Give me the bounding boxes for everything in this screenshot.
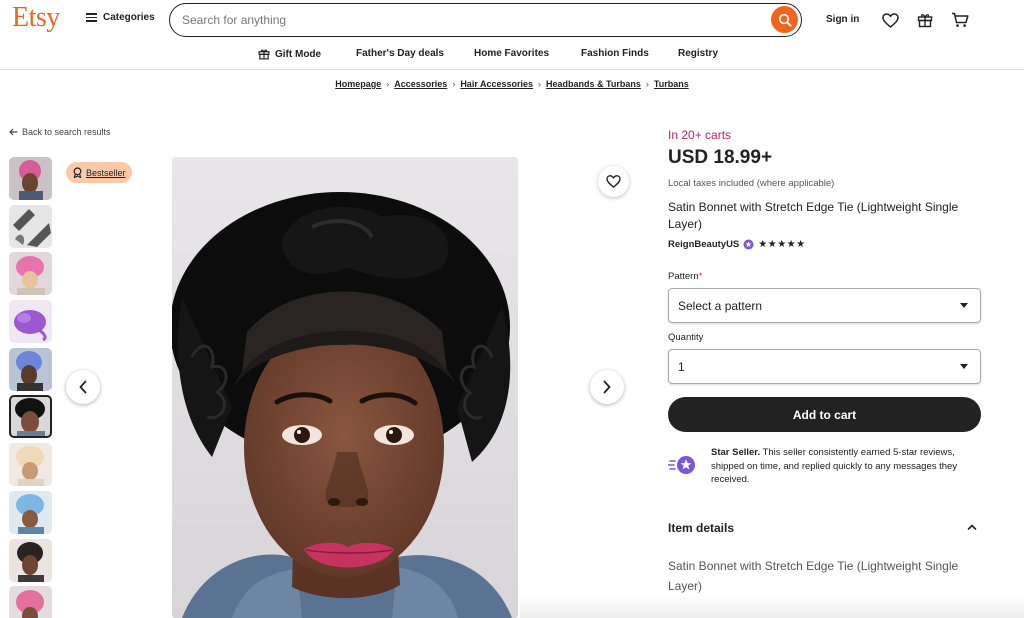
bestseller-label: Bestseller [86, 167, 126, 178]
thumbnail[interactable] [9, 204, 52, 248]
next-image-button[interactable] [590, 370, 624, 404]
chevron-right-icon: › [538, 79, 542, 89]
thumbnail-strip [9, 157, 53, 618]
sign-in-link[interactable]: Sign in [826, 14, 859, 25]
thumbnail[interactable] [9, 443, 52, 487]
nav-label: Gift Mode [275, 48, 322, 60]
favorites-button[interactable] [880, 10, 900, 30]
star-seller-badge-icon [743, 239, 754, 250]
award-icon [73, 167, 82, 178]
cart-button[interactable] [950, 10, 970, 30]
thumbnail[interactable] [9, 490, 52, 534]
nav-label: Father's Day deals [356, 48, 444, 59]
quantity-select-value: 1 [678, 359, 685, 374]
thumbnail[interactable] [9, 300, 52, 344]
star-seller-icon [668, 456, 695, 474]
caret-down-icon [960, 364, 968, 369]
categories-menu[interactable]: Categories [86, 12, 155, 23]
heart-icon [606, 175, 621, 188]
back-to-results-link[interactable]: Back to search results [9, 127, 111, 137]
thumbnail[interactable] [9, 252, 52, 296]
previous-image-button[interactable] [66, 370, 100, 404]
breadcrumb-accessories[interactable]: Accessories [394, 79, 447, 89]
breadcrumb-headbands-turbans[interactable]: Headbands & Turbans [546, 79, 641, 89]
required-mark: * [698, 271, 703, 282]
thumbnail[interactable] [9, 538, 52, 582]
menu-icon [86, 13, 97, 22]
etsy-logo[interactable]: Etsy [12, 2, 60, 34]
chevron-up-icon [967, 524, 977, 530]
search-icon [778, 13, 792, 27]
nav-item-gift-mode[interactable]: Gift Mode [258, 48, 321, 60]
breadcrumb-hair-accessories[interactable]: Hair Accessories [460, 79, 533, 89]
chevron-left-icon [79, 380, 87, 394]
nav-item-registry[interactable]: Registry [678, 48, 718, 59]
search-bar [169, 3, 802, 37]
product-main-image [172, 157, 518, 618]
breadcrumb-turbans[interactable]: Turbans [654, 79, 689, 89]
gift-icon [917, 14, 933, 28]
pattern-label-text: Pattern [668, 271, 699, 282]
thumbnail-active[interactable] [9, 395, 52, 439]
quantity-select[interactable]: 1 [668, 349, 981, 384]
gift-icon [258, 49, 270, 60]
breadcrumb-homepage[interactable]: Homepage [335, 79, 381, 89]
thumbnail[interactable] [9, 157, 52, 200]
caret-down-icon [960, 303, 968, 308]
nav-item-home-favorites[interactable]: Home Favorites [474, 48, 549, 59]
add-to-cart-button[interactable]: Add to cart [668, 397, 981, 432]
star-seller-title: Star Seller. [711, 447, 761, 458]
nav-label: Home Favorites [474, 48, 550, 59]
nav-item-fathers-day[interactable]: Father's Day deals [356, 48, 444, 59]
nav-label: Registry [678, 48, 719, 59]
seller-name-link[interactable]: ReignBeautyUS [668, 239, 739, 250]
item-details-toggle[interactable]: Item details [668, 521, 981, 535]
product-title: Satin Bonnet with Stretch Edge Tie (Ligh… [668, 200, 959, 231]
chevron-right-icon: › [645, 79, 649, 89]
heart-icon [881, 12, 899, 28]
quantity-label: Quantity [668, 332, 704, 343]
favorite-button[interactable] [598, 166, 629, 197]
nav-item-fashion-finds[interactable]: Fashion Finds [581, 48, 649, 59]
search-input[interactable] [182, 11, 742, 29]
tax-note: Local taxes included (where applicable) [668, 178, 835, 189]
back-label: Back to search results [22, 127, 111, 137]
breadcrumb: Homepage › Accessories › Hair Accessorie… [0, 79, 1024, 89]
bottom-fade-overlay [520, 596, 1024, 618]
in-carts-notice: In 20+ carts [668, 128, 732, 142]
categories-label: Categories [103, 12, 155, 23]
pattern-select[interactable]: Select a pattern [668, 288, 981, 323]
arrow-left-icon [9, 128, 18, 136]
product-price: USD 18.99+ [668, 147, 773, 168]
chevron-right-icon: › [386, 79, 390, 89]
item-description: Satin Bonnet with Stretch Edge Tie (Ligh… [668, 559, 959, 593]
seller-row: ReignBeautyUS ★★★★★ [668, 239, 806, 250]
star-seller-text: Star Seller. This seller consistently ea… [711, 446, 983, 487]
nav-label: Fashion Finds [581, 48, 649, 59]
rating-stars[interactable]: ★★★★★ [758, 239, 805, 250]
pattern-label: Pattern* [668, 271, 702, 282]
gift-button[interactable] [915, 10, 935, 30]
chevron-right-icon [603, 380, 611, 394]
cart-icon [952, 12, 969, 27]
bestseller-badge[interactable]: Bestseller [66, 162, 132, 183]
search-button[interactable] [771, 6, 798, 33]
thumbnail[interactable] [9, 347, 52, 391]
top-nav: Gift Mode Father's Day deals Home Favori… [0, 40, 1024, 70]
site-header: Etsy Categories Sign in [0, 0, 1024, 40]
pattern-select-value: Select a pattern [678, 298, 763, 313]
chevron-right-icon: › [452, 79, 456, 89]
thumbnail[interactable] [9, 586, 52, 618]
item-details-heading: Item details [668, 521, 735, 535]
